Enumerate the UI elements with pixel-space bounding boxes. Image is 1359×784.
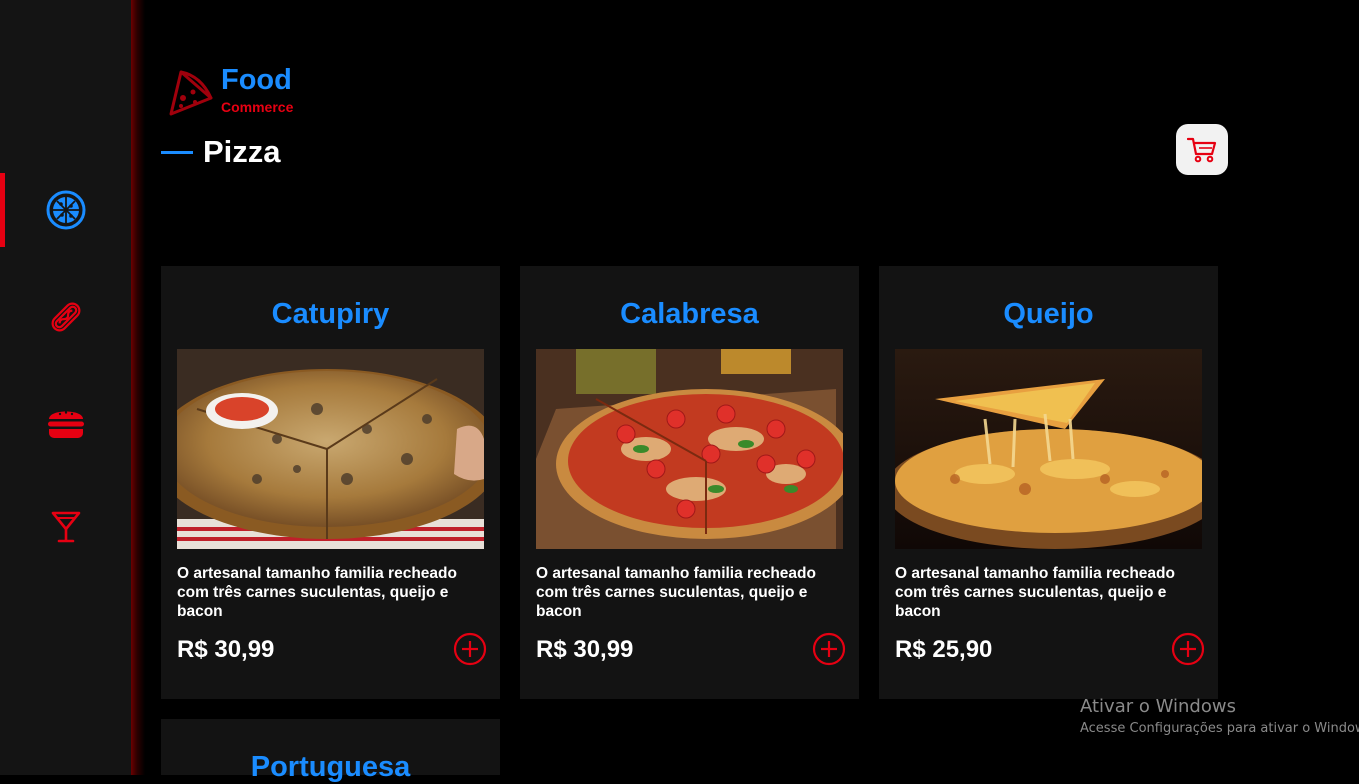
sidebar [0,0,131,775]
add-to-cart-button[interactable] [453,632,487,666]
page-title: Pizza [161,134,281,170]
product-name: Portuguesa [250,751,411,783]
product-card: Queijo O artesanal tamanho familia reche… [879,266,1218,699]
product-name: Queijo [1003,298,1094,330]
cocktail-icon [51,511,80,543]
sidebar-item-hotdog[interactable] [0,280,131,354]
pizza-icon [46,190,85,230]
product-description: O artesanal tamanho familia recheado com… [536,565,816,620]
product-name: Calabresa [620,298,759,330]
brand-subtitle: Commerce [221,99,294,115]
sidebar-item-pizza[interactable] [0,173,131,247]
product-price: R$ 30,99 [536,636,634,663]
product-description: O artesanal tamanho familia recheado com… [895,565,1175,620]
product-price: R$ 25,90 [895,636,993,663]
sidebar-shadow [131,0,145,775]
cart-icon [1187,137,1217,162]
watermark-subtitle: Acesse Configurações para ativar o Windo… [1080,721,1359,736]
product-image [895,349,1202,549]
pizza-slice-logo-icon [169,70,213,116]
burger-icon [47,411,84,438]
watermark-title: Ativar o Windows [1080,696,1236,717]
product-image [177,349,484,549]
product-price: R$ 30,99 [177,636,275,663]
product-card: Catupiry O artesanal tamanho familia rec… [161,266,500,699]
windows-activation-watermark: Ativar o Windows Acesse Configurações pa… [1080,696,1359,736]
product-card: Calabresa O artesanal tamanho familia re… [520,266,859,699]
product-image [536,349,843,549]
cart-button[interactable] [1176,124,1228,175]
sidebar-item-burger[interactable] [0,386,131,460]
page-title-text: Pizza [203,134,281,169]
title-accent-bar [161,150,193,154]
brand-logo[interactable]: Food Commerce [167,66,293,120]
add-to-cart-button[interactable] [1171,632,1205,666]
product-description: O artesanal tamanho familia recheado com… [177,565,457,620]
sidebar-item-drinks[interactable] [0,490,131,564]
product-card: Portuguesa [161,719,500,783]
hotdog-icon [51,302,80,332]
add-to-cart-button[interactable] [812,632,846,666]
product-name: Catupiry [271,298,390,330]
brand-title: Food [221,64,292,96]
